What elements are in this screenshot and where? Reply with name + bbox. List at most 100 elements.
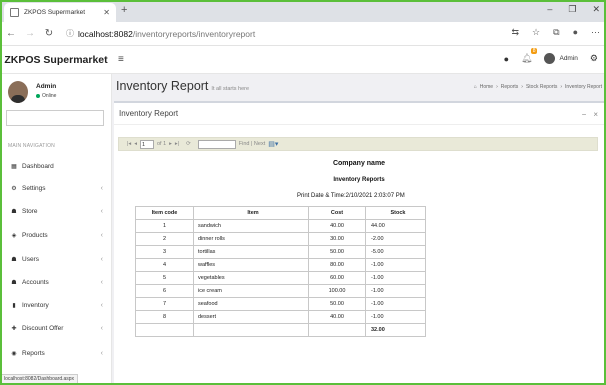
online-dot-icon <box>36 94 40 98</box>
browser-tab[interactable]: ZKPOS Supermarket ✕ <box>4 3 116 22</box>
find-next-link[interactable]: Find | Next <box>239 141 266 147</box>
eye-icon: ◉ <box>11 350 17 357</box>
menu-toggle-icon[interactable]: ≡ <box>118 54 124 65</box>
address-bar[interactable]: ⓘ localhost:8082/inventoryreports/invent… <box>62 25 507 42</box>
close-window-icon[interactable]: ✕ <box>592 4 600 15</box>
settings-circle-icon[interactable]: ● <box>504 54 509 64</box>
table-row: 5 vegetables 60.00 -1.00 <box>135 271 426 285</box>
favorite-icon[interactable]: ☆ <box>532 27 540 38</box>
chevron-left-icon: ‹ <box>100 349 103 357</box>
home-icon: ⌂ <box>473 84 477 90</box>
user-name: Admin <box>36 83 57 90</box>
breadcrumb-current: Inventory Report <box>565 84 602 90</box>
gears-icon[interactable]: ⚙ <box>590 53 598 64</box>
profile-icon[interactable]: ● <box>573 27 578 38</box>
browser-tab-bar: ZKPOS Supermarket ✕ + – ❐ ✕ <box>0 0 606 22</box>
remove-icon[interactable]: × <box>593 110 598 119</box>
table-cell: 60.00 <box>308 271 366 285</box>
user-status-label: Online <box>42 93 57 99</box>
translate-icon[interactable]: ⇆ <box>512 27 520 38</box>
sidebar: Admin Online MAIN NAVIGATION ▦ Dashboard… <box>0 74 112 385</box>
table-cell: 30.00 <box>308 232 366 246</box>
info-icon[interactable]: ⓘ <box>66 28 74 39</box>
table-cell: waffles <box>193 258 309 272</box>
breadcrumb: ⌂ Home › Reports › Stock Reports › Inven… <box>474 84 602 90</box>
sidebar-item-accounts[interactable]: ☗ Accounts ‹ <box>0 274 111 290</box>
last-page-icon[interactable]: ▸| <box>175 141 179 147</box>
avatar <box>8 81 28 103</box>
inventory-table: Item code Item Cost Stock 1 sandwich 40.00… <box>135 206 426 337</box>
url-path: /inventoryreports/inventoryreport <box>132 28 256 39</box>
page-number-input[interactable]: 1 <box>139 139 154 149</box>
first-page-icon[interactable]: |◂ <box>127 141 131 147</box>
sidebar-item-inventory[interactable]: ▮ Inventory ‹ <box>0 297 111 313</box>
table-cell: 40.00 <box>308 310 366 324</box>
collapse-icon[interactable]: − <box>582 110 587 119</box>
gear-icon: ⚙ <box>11 185 17 192</box>
main-content: Inventory Report It all starts here ⌂ Hom… <box>112 74 606 385</box>
table-cell: -5.00 <box>365 245 426 259</box>
brand-logo[interactable]: ZKPOS Supermarket <box>0 46 112 74</box>
header-right: ● 🔔︎ 8 Admin ⚙ <box>504 48 598 64</box>
bell-icon: 🔔︎ <box>521 53 533 63</box>
table-cell: 44.00 <box>365 219 426 233</box>
table-cell: -1.00 <box>365 310 426 324</box>
notification-badge: 8 <box>530 48 538 54</box>
products-icon: ◈ <box>11 232 17 239</box>
prev-page-icon[interactable]: ◂ <box>134 141 137 147</box>
table-cell: 6 <box>135 284 194 298</box>
chevron-left-icon: ‹ <box>100 301 103 309</box>
sidebar-item-products[interactable]: ◈ Products ‹ <box>0 227 111 243</box>
reload-icon[interactable]: ↻ <box>41 28 57 39</box>
sidebar-item-label: Inventory <box>22 301 49 309</box>
breadcrumb-home[interactable]: Home <box>480 84 493 90</box>
table-cell: tortillas <box>193 245 309 259</box>
browser-icons: ⇆ ☆ ⧉ ● ⋯ <box>512 27 601 38</box>
table-row: 4 waffles 80.00 -1.00 <box>135 258 426 272</box>
refresh-icon[interactable]: ⟳ <box>186 141 191 147</box>
restore-icon[interactable]: ❐ <box>568 4 576 15</box>
breadcrumb-stock-reports[interactable]: Stock Reports <box>526 84 557 90</box>
breadcrumb-reports[interactable]: Reports <box>501 84 519 90</box>
sidebar-item-discount-offer[interactable]: ✚ Discount Offer ‹ <box>0 320 111 336</box>
table-cell: 4 <box>135 258 194 272</box>
forward-icon[interactable]: → <box>22 28 38 39</box>
table-cell: -1.00 <box>365 271 426 285</box>
user-menu[interactable]: Admin <box>544 53 578 64</box>
minimize-icon[interactable]: – <box>547 4 552 15</box>
export-save-icon[interactable]: ▤▾ <box>268 140 278 148</box>
collections-icon[interactable]: ⧉ <box>553 27 559 38</box>
report-box: Inventory Report − × |◂ ◂ 1 of 1 ▸ ▸| ⟳ … <box>114 101 604 385</box>
sidebar-item-reports[interactable]: ◉ Reports ‹ <box>0 345 111 361</box>
chevron-left-icon: ‹ <box>100 207 103 215</box>
report-title: Inventory Reports <box>333 177 385 183</box>
app-header: ZKPOS Supermarket ≡ ● 🔔︎ 8 Admin ⚙ <box>0 46 606 74</box>
sidebar-item-label: Reports <box>22 349 45 357</box>
table-cell: seafood <box>193 297 309 311</box>
sidebar-item-label: Store <box>22 207 38 215</box>
table-cell: -1.00 <box>365 297 426 311</box>
back-icon[interactable]: ← <box>3 28 19 39</box>
page-icon <box>10 8 19 17</box>
divider <box>114 124 604 125</box>
sidebar-item-settings[interactable]: ⚙ Settings ‹ <box>0 180 111 196</box>
sidebar-item-users[interactable]: ☗ Users ‹ <box>0 251 111 267</box>
sidebar-search-input[interactable] <box>6 110 104 126</box>
new-tab-icon[interactable]: + <box>121 4 127 16</box>
sidebar-item-dashboard[interactable]: ▦ Dashboard <box>0 158 111 174</box>
find-input[interactable] <box>197 139 236 149</box>
users-icon: ☗ <box>11 256 17 263</box>
chevron-left-icon: ‹ <box>100 255 103 263</box>
inventory-icon: ▮ <box>12 302 16 309</box>
column-header: Stock <box>365 206 426 220</box>
table-cell: 50.00 <box>308 245 366 259</box>
sidebar-item-store[interactable]: ☗ Store ‹ <box>0 203 111 219</box>
column-header: Item code <box>135 206 194 220</box>
next-page-icon[interactable]: ▸ <box>169 141 172 147</box>
store-icon: ☗ <box>11 208 17 215</box>
notifications[interactable]: 🔔︎ 8 <box>521 48 538 64</box>
more-icon[interactable]: ⋯ <box>591 27 600 38</box>
breadcrumb-separator: › <box>521 84 523 90</box>
close-tab-icon[interactable]: ✕ <box>103 8 110 17</box>
table-cell <box>135 323 194 337</box>
